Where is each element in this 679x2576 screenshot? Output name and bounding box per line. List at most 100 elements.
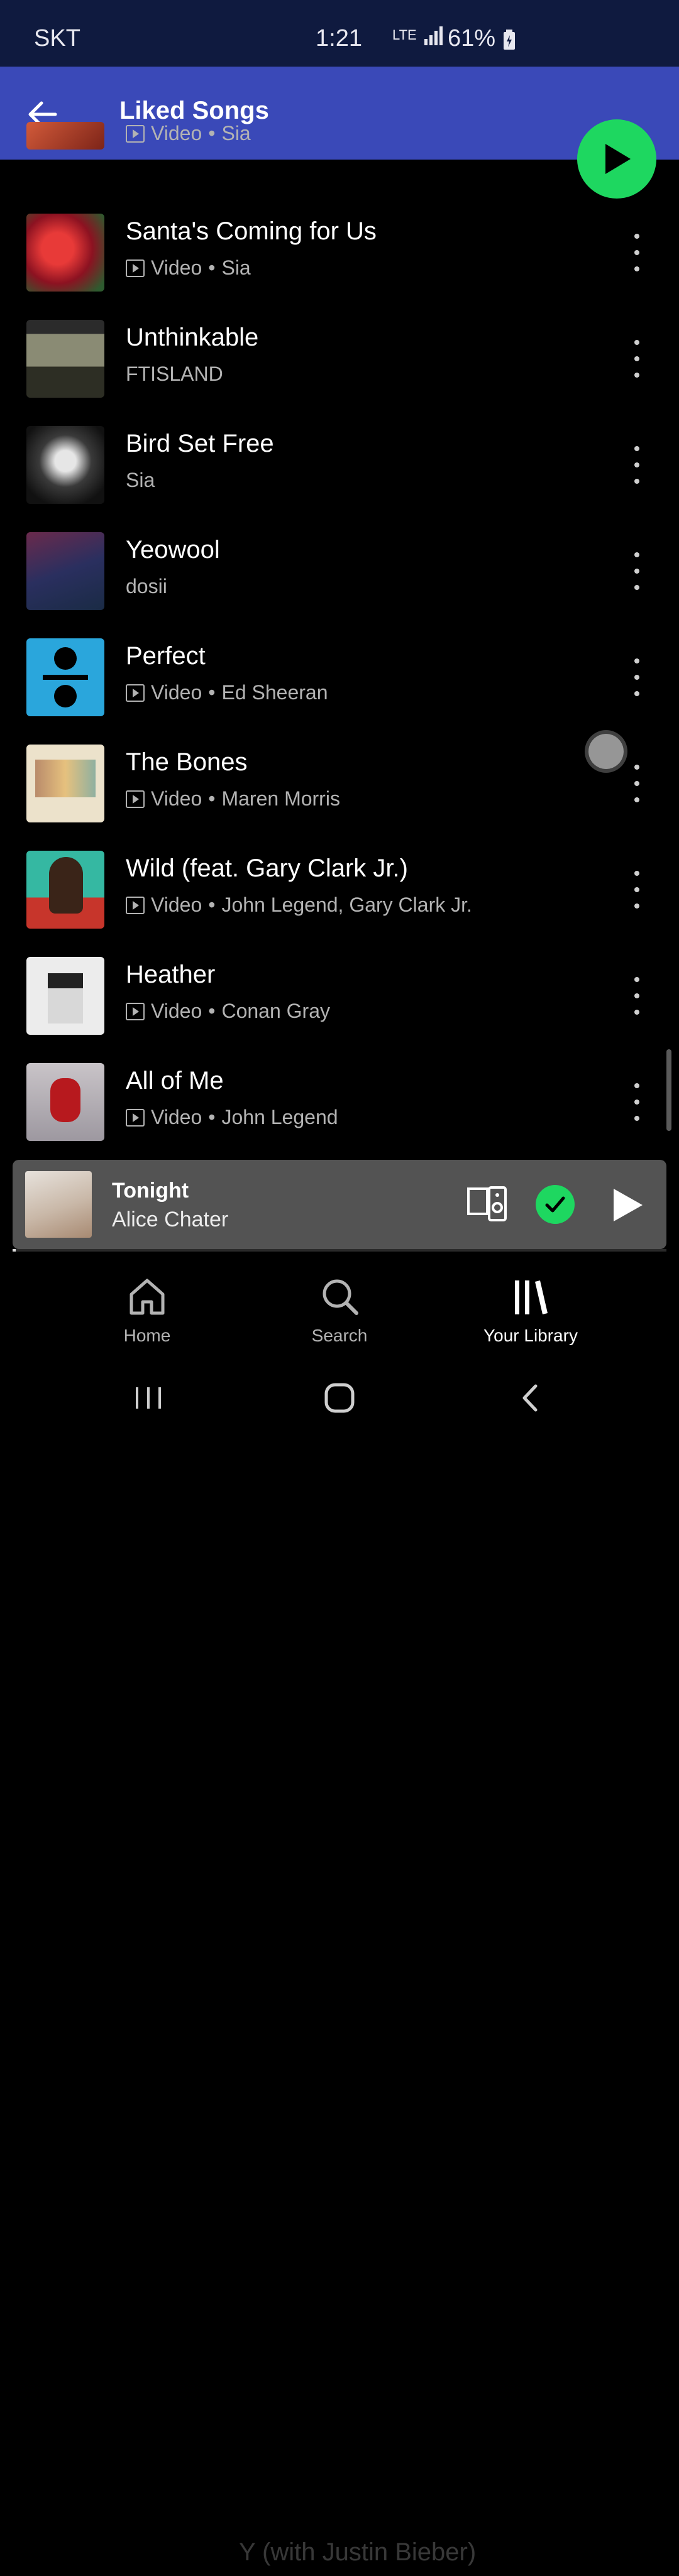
song-subtitle: Video • Conan Gray [126, 1000, 330, 1023]
song-subtitle: Video • Maren Morris [126, 787, 340, 810]
song-title: Yeowool [126, 536, 220, 564]
mini-player[interactable]: Tonight Alice Chater [13, 1160, 666, 1249]
more-options-icon[interactable] [629, 234, 645, 271]
now-playing-title: Tonight [112, 1179, 189, 1203]
song-artist: Ed Sheeran [221, 681, 328, 704]
video-badge-icon [126, 1108, 145, 1127]
recent-apps-icon[interactable] [130, 1381, 167, 1415]
song-subtitle: Sia [126, 469, 155, 492]
song-title: Perfect [126, 642, 206, 670]
system-navigation [0, 1363, 679, 1433]
more-options-icon[interactable] [629, 340, 645, 378]
lte-label: LTE [392, 27, 417, 43]
playback-progress-fill [13, 1249, 16, 1252]
song-title: The Bones [126, 748, 248, 776]
nav-label: Home [123, 1326, 171, 1345]
search-icon [323, 1279, 358, 1315]
nav-search[interactable]: Search [277, 1277, 402, 1346]
song-subtitle: dosii [126, 575, 167, 598]
video-badge-icon [126, 124, 145, 143]
album-art [26, 122, 104, 150]
song-type: Video [151, 256, 202, 279]
battery-icon [503, 29, 515, 50]
album-art [26, 1063, 104, 1141]
bottom-navigation: Y (with Justin Bieber) Home Search Your … [0, 1257, 679, 2566]
list-item[interactable]: All of Me Video • John Legend [0, 1063, 679, 1157]
song-artist: FTISLAND [126, 363, 223, 385]
song-title: Unthinkable [126, 324, 259, 351]
more-options-icon[interactable] [629, 446, 645, 484]
song-subtitle: Video • Sia [126, 256, 251, 280]
list-item[interactable]: Santa's Coming for Us Video • Sia [0, 214, 679, 308]
back-icon[interactable] [512, 1381, 549, 1415]
song-artist: Sia [221, 122, 251, 145]
list-item[interactable]: Bird Set Free Sia [0, 426, 679, 520]
list-item[interactable]: Perfect Video • Ed Sheeran [0, 638, 679, 733]
battery-indicator: 61% [448, 25, 516, 52]
song-type: Video [151, 787, 202, 810]
status-bar: SKT 1:21 LTE 61% [0, 0, 679, 67]
song-type: Video [151, 1106, 202, 1128]
clock: 1:21 [316, 25, 362, 52]
song-artist: Maren Morris [221, 787, 340, 810]
list-item[interactable]: Wild (feat. Gary Clark Jr.) Video • John … [0, 851, 679, 945]
song-type: Video [151, 893, 202, 916]
song-subtitle: Video • John Legend [126, 1106, 338, 1129]
song-artist: John Legend [221, 1106, 338, 1128]
song-title: Santa's Coming for Us [126, 217, 377, 245]
battery-percent: 61% [448, 25, 496, 52]
nav-your-library[interactable]: Your Library [468, 1277, 593, 1346]
song-subtitle: FTISLAND [126, 363, 223, 386]
now-playing-art [25, 1171, 92, 1238]
playback-progress [13, 1249, 666, 1252]
song-title: Wild (feat. Gary Clark Jr.) [126, 854, 408, 882]
song-subtitle: Video • Sia [126, 122, 251, 145]
album-art [26, 851, 104, 929]
list-item[interactable]: Video • Sia [0, 122, 679, 216]
album-art [26, 320, 104, 398]
library-icon [515, 1280, 548, 1314]
touch-indicator [588, 734, 624, 769]
more-options-icon[interactable] [629, 977, 645, 1015]
video-badge-icon [126, 1002, 145, 1020]
list-item[interactable]: Unthinkable FTISLAND [0, 320, 679, 414]
song-type: Video [151, 1000, 202, 1022]
song-type: Video [151, 681, 202, 704]
list-item[interactable]: The Bones Video • Maren Morris [0, 745, 679, 839]
song-artist: Conan Gray [221, 1000, 330, 1022]
page-title: Liked Songs [119, 97, 269, 124]
song-title: Heather [126, 961, 216, 988]
list-item: Y (with Justin Bieber) [0, 2526, 679, 2576]
mini-play-icon[interactable] [607, 1187, 645, 1223]
signal-icon [424, 26, 443, 45]
album-art [26, 745, 104, 822]
song-artist: John Legend, Gary Clark Jr. [221, 893, 472, 916]
carrier-label: SKT [34, 25, 80, 52]
more-options-icon[interactable] [629, 1083, 645, 1121]
song-artist: Sia [126, 469, 155, 491]
more-options-icon[interactable] [629, 765, 645, 802]
album-art [26, 638, 104, 716]
more-options-icon[interactable] [629, 658, 645, 696]
song-title: Y (with Justin Bieber) [239, 2538, 477, 2566]
home-button-icon[interactable] [321, 1381, 358, 1415]
network-indicator: LTE [392, 25, 444, 45]
more-options-icon[interactable] [629, 552, 645, 590]
shuffle-play-button[interactable] [577, 119, 656, 199]
song-type: Video [151, 122, 202, 145]
connect-device-icon[interactable] [466, 1185, 508, 1223]
album-art [26, 957, 104, 1035]
list-item[interactable]: Yeowool dosii [0, 532, 679, 626]
list-item[interactable]: Heather Video • Conan Gray [0, 957, 679, 1051]
nav-label: Your Library [483, 1326, 578, 1345]
video-badge-icon [126, 790, 145, 808]
song-subtitle: Video • John Legend, Gary Clark Jr. [126, 893, 472, 917]
more-options-icon[interactable] [629, 871, 645, 909]
liked-check-button[interactable] [536, 1185, 575, 1224]
scrollbar-thumb[interactable] [666, 1049, 671, 1131]
song-title: Bird Set Free [126, 430, 274, 457]
divide-symbol-icon [43, 647, 88, 707]
album-art [26, 532, 104, 610]
video-badge-icon [126, 684, 145, 702]
nav-home[interactable]: Home [84, 1277, 210, 1346]
